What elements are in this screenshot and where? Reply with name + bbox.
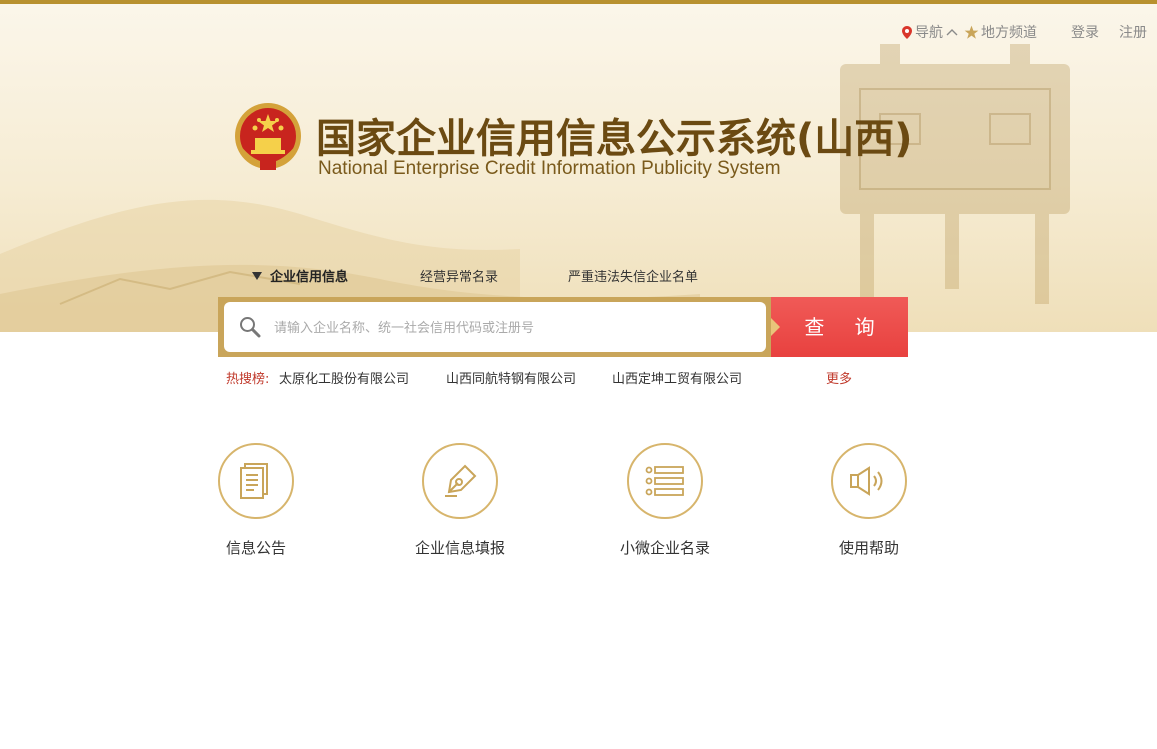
hot-search-more-link[interactable]: 更多 (826, 368, 852, 387)
star-icon (964, 25, 979, 39)
search-box (218, 297, 772, 357)
top-navigation: 导航 地方频道 登录 注册 (896, 22, 1147, 42)
hot-search-item[interactable]: 太原化工股份有限公司 (279, 368, 409, 387)
feature-micro-enterprise-list[interactable]: 小微企业名录 (595, 443, 735, 558)
location-pin-icon (902, 25, 912, 39)
feature-label: 小微企业名录 (619, 539, 710, 557)
feature-info-announcement[interactable]: 信息公告 (186, 443, 326, 558)
search-icon (240, 317, 261, 338)
login-link[interactable]: 登录 (1071, 22, 1099, 42)
tab-serious-violation[interactable]: 严重违法失信企业名单 (568, 266, 698, 285)
triangle-down-icon (252, 272, 262, 280)
hero-banner: 导航 地方频道 登录 注册 国家企业信用信息公示系统(山西) National … (0, 4, 1157, 332)
tab-enterprise-credit[interactable]: 企业信用信息 (252, 266, 348, 285)
register-link[interactable]: 注册 (1119, 22, 1147, 42)
chevron-up-icon (946, 29, 958, 36)
feature-usage-help[interactable]: 使用帮助 (799, 443, 939, 558)
nav-label: 导航 (915, 25, 943, 41)
site-title-english: National Enterprise Credit Information P… (318, 158, 781, 179)
list-icon (645, 466, 684, 496)
search-input-wrapper (224, 302, 766, 354)
feature-icon-circle (831, 443, 907, 519)
feature-label: 使用帮助 (838, 539, 899, 557)
feature-icon-circle (627, 443, 703, 519)
search-input[interactable] (272, 302, 756, 354)
tab-label: 经营异常名录 (420, 270, 499, 285)
search-button-arrow (771, 318, 780, 336)
feature-icon-circle (218, 443, 294, 519)
tab-abnormal-operation[interactable]: 经营异常名录 (420, 266, 498, 285)
feature-label: 信息公告 (225, 539, 286, 557)
hot-search-item[interactable]: 山西定坤工贸有限公司 (612, 368, 742, 387)
hot-search-item[interactable]: 山西同航特钢有限公司 (446, 368, 576, 387)
tab-label: 企业信用信息 (270, 270, 349, 285)
tab-label: 严重违法失信企业名单 (568, 270, 699, 285)
feature-label: 企业信息填报 (414, 539, 505, 557)
search-button[interactable]: 查 询 (771, 297, 908, 357)
feature-enterprise-report[interactable]: 企业信息填报 (390, 443, 530, 558)
national-emblem-logo (235, 103, 301, 170)
local-channel-link[interactable]: 地方频道 (964, 22, 1037, 42)
site-title-chinese: 国家企业信用信息公示系统(山西) (316, 116, 913, 162)
document-icon (240, 463, 268, 499)
nav-menu-toggle[interactable]: 导航 (902, 22, 958, 42)
feature-icon-circle (422, 443, 498, 519)
pen-icon (445, 464, 477, 497)
search-button-label: 查 询 (804, 315, 887, 339)
speaker-icon (850, 466, 883, 496)
local-channel-label: 地方频道 (981, 25, 1037, 41)
hot-search-label: 热搜榜: (226, 372, 270, 387)
